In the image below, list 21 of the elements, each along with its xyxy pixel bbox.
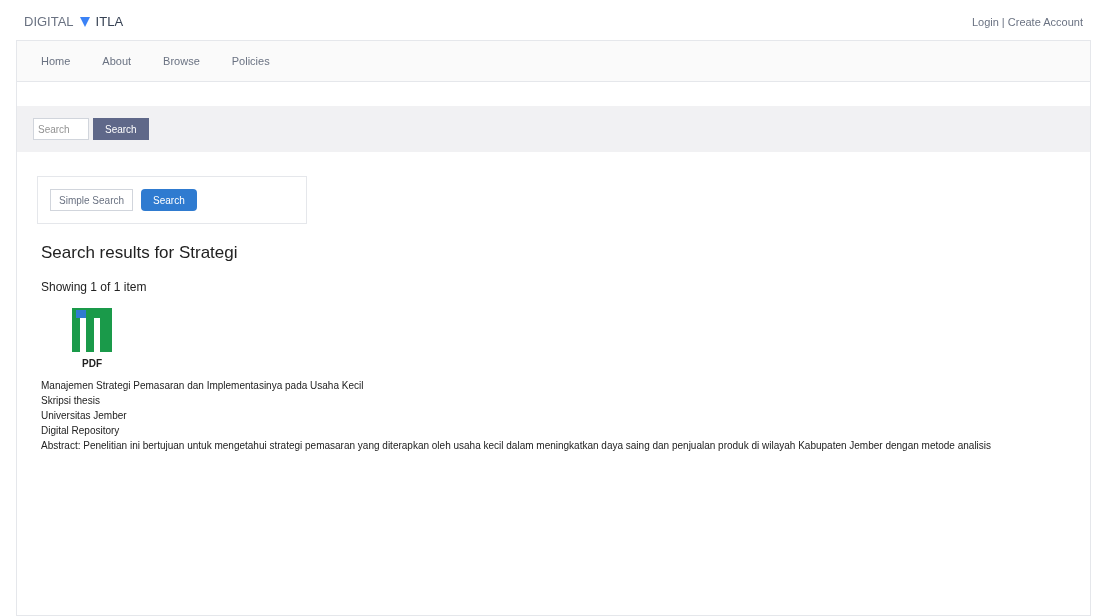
citation-text: Digital Repository — [41, 423, 121, 437]
search-type-select[interactable]: Simple Search — [50, 189, 134, 211]
results-summary: Showing 1 of 1 item — [40, 278, 148, 296]
menu-tab[interactable]: Browse — [155, 48, 208, 73]
logo-text: ITLA — [95, 13, 124, 31]
search-button[interactable]: Search — [141, 189, 197, 211]
account-link[interactable]: Login | Create Account — [971, 13, 1083, 30]
citation-text: Skripsi thesis — [41, 393, 101, 407]
citation-text: Abstract: Penelitian ini bertujuan untuk mengetahui strategi pemasaran yang diterapkan oleh usaha kecil dalam meningkatkan daya saing dan penjualan produk di wilayah Kabupaten Jember dengan metode analisis — [41, 438, 993, 452]
menu-tab[interactable]: Home — [33, 48, 79, 73]
logo-text: DIGITAL — [24, 13, 74, 31]
format-label: PDF — [82, 356, 102, 371]
citation-text: Manajemen Strategi Pemasaran dan Implementasinya pada Usaha Kecil — [41, 378, 365, 392]
menu-tab[interactable]: Policies — [223, 48, 278, 73]
logo-icon — [77, 14, 92, 29]
menu-tab[interactable]: About — [94, 48, 140, 73]
search-field[interactable]: Search — [33, 118, 89, 140]
results-heading: Search results for Strategi — [40, 242, 239, 264]
document-icon — [72, 307, 112, 352]
search-button[interactable]: Search — [93, 118, 149, 140]
citation-text: Universitas Jember — [41, 408, 128, 422]
